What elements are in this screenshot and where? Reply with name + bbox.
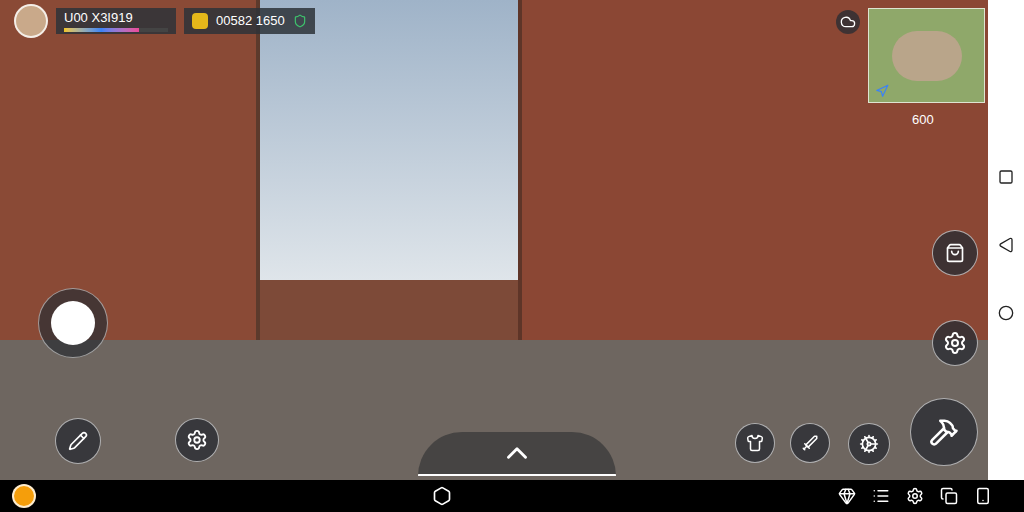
pencil-button[interactable]: [55, 418, 101, 464]
bottom-bar: [0, 480, 1024, 512]
game-screen: U00 X3I919 00582 1650 600: [0, 0, 1024, 512]
shop-button[interactable]: [932, 230, 978, 276]
pencil-icon: [68, 431, 88, 451]
hammer-icon: [929, 417, 959, 447]
gear-icon: [186, 429, 208, 451]
avatar[interactable]: [14, 4, 48, 38]
cloud-icon[interactable]: [836, 10, 860, 34]
outfit-button[interactable]: [735, 423, 775, 463]
shield-icon: [293, 14, 307, 28]
player-pin-icon: [875, 84, 889, 98]
settings-button[interactable]: [175, 418, 219, 462]
coin-icon: [192, 13, 208, 29]
arrow-up-icon: [500, 436, 534, 470]
player-name: U00 X3I919: [64, 10, 168, 26]
gem-icon[interactable]: [838, 487, 856, 505]
home-icon[interactable]: [998, 305, 1014, 321]
health-bar: [64, 28, 168, 32]
recent-apps-icon[interactable]: [998, 169, 1014, 185]
game-view[interactable]: U00 X3I919 00582 1650 600: [0, 0, 988, 480]
gear-icon[interactable]: [906, 487, 924, 505]
player-panel: U00 X3I919: [56, 8, 176, 34]
hexagon-icon[interactable]: [432, 486, 452, 506]
shirt-icon: [746, 434, 764, 452]
craft-button[interactable]: [848, 423, 890, 465]
move-forward-button[interactable]: [418, 432, 616, 476]
phone-icon[interactable]: [974, 487, 992, 505]
cog-icon: [859, 434, 879, 454]
sky: [260, 0, 518, 340]
weapon-button[interactable]: [790, 423, 830, 463]
list-icon[interactable]: [872, 487, 890, 505]
sword-icon: [801, 434, 819, 452]
back-icon[interactable]: [998, 237, 1014, 253]
left-buildings: [0, 0, 260, 340]
joystick[interactable]: [38, 288, 108, 358]
currency-panel: 00582 1650: [184, 8, 315, 34]
app-icon[interactable]: [12, 484, 36, 508]
nav-strip: [988, 0, 1024, 480]
minimap[interactable]: [868, 8, 985, 103]
currency-amount: 00582 1650: [216, 11, 285, 31]
bag-icon: [945, 243, 965, 263]
options-button[interactable]: [932, 320, 978, 366]
gear-icon: [943, 331, 967, 355]
minimap-label: 600: [912, 110, 934, 130]
action-button[interactable]: [910, 398, 978, 466]
scene: [0, 0, 988, 480]
window-icon[interactable]: [940, 487, 958, 505]
